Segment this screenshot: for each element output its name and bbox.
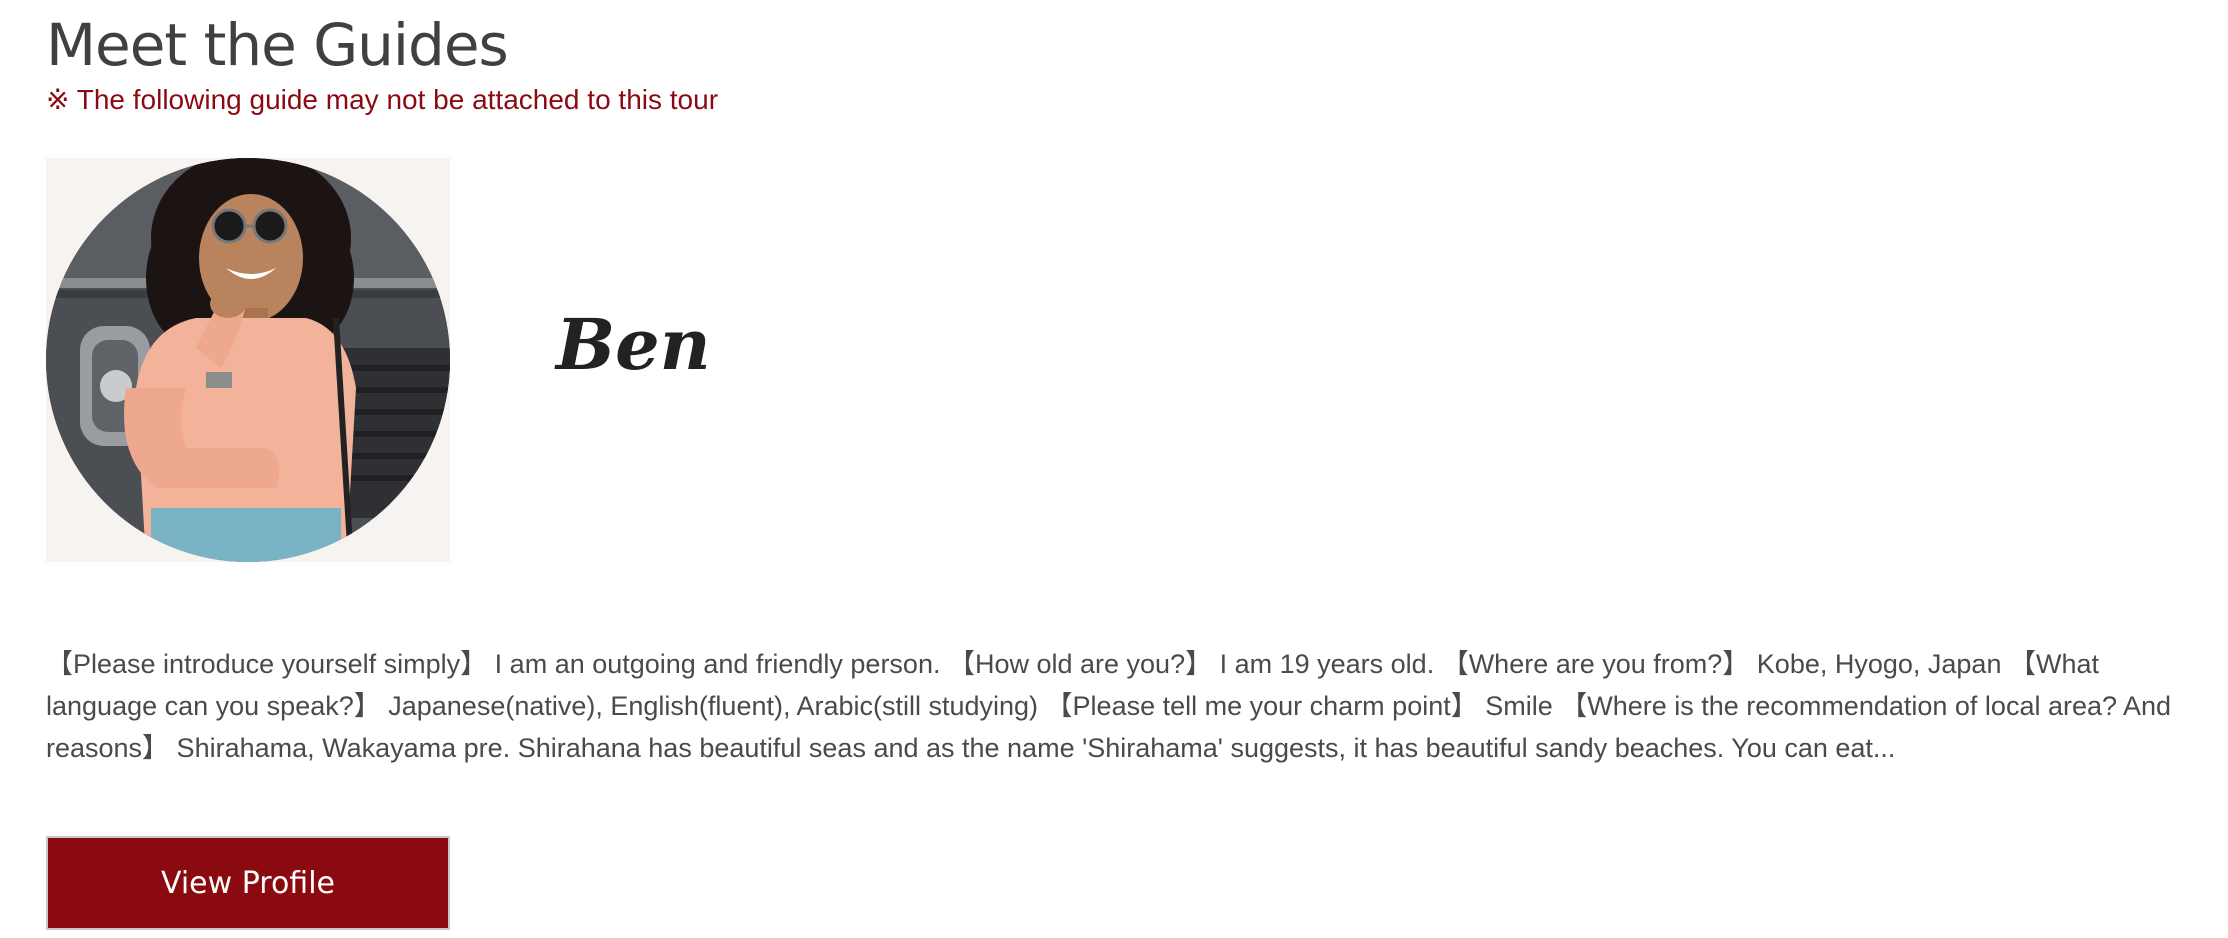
guide-avatar [46,158,450,562]
guide-name: Ben [556,303,711,386]
guide-bio: 【Please introduce yourself simply】 I am … [46,649,2172,763]
guide-photo [46,158,450,562]
tour-notice: ※ The following guide may not be attache… [46,84,719,115]
section-title: Meet the Guides [46,11,509,79]
view-profile-button[interactable]: View Profile [46,836,450,930]
